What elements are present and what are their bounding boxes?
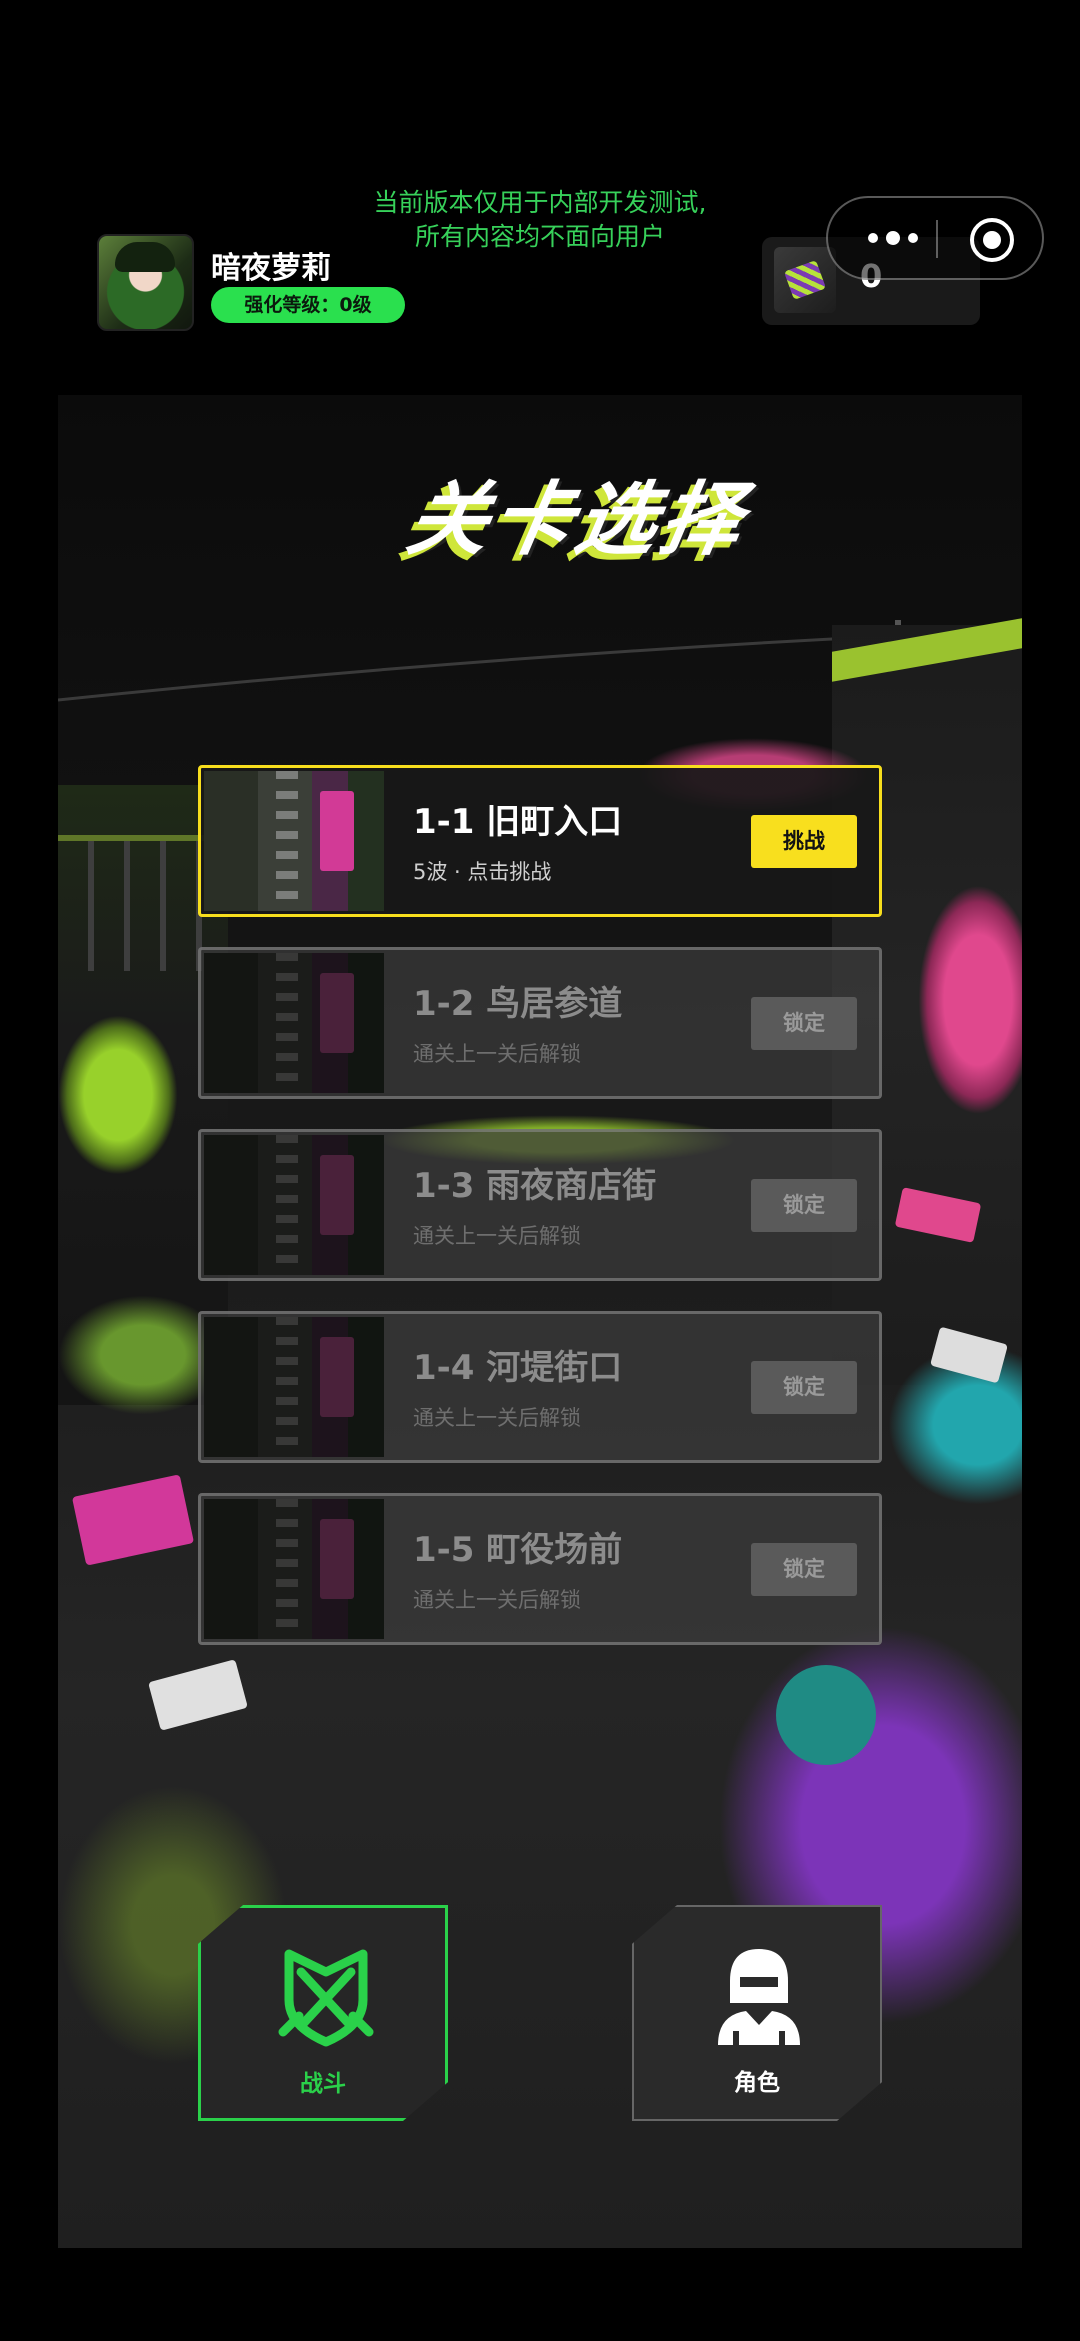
stage-card-1-3[interactable]: 1-3 雨夜商店街 通关上一关后解锁 锁定: [198, 1129, 882, 1281]
stage-name: 1-5 町役场前: [413, 1530, 623, 1570]
stage-thumbnail: [204, 771, 384, 911]
nav-battle-label: 战斗: [300, 2071, 346, 2097]
more-dots-icon[interactable]: [868, 226, 928, 250]
left-railing: [58, 835, 208, 971]
stage-name: 1-2 鸟居参道: [413, 984, 623, 1024]
stage-card-1-2[interactable]: 1-2 鸟居参道 通关上一关后解锁 锁定: [198, 947, 882, 1099]
stage-thumbnail: [204, 953, 384, 1093]
challenge-button[interactable]: 挑战: [751, 815, 857, 868]
avatar[interactable]: [97, 234, 194, 331]
locked-button[interactable]: 锁定: [751, 997, 857, 1050]
stage-thumbnail: [204, 1135, 384, 1275]
stage-thumbnail: [204, 1499, 384, 1639]
dev-notice-line2: 所有内容均不面向用户: [414, 222, 665, 251]
stage-subtitle: 通关上一关后解锁: [413, 1406, 581, 1430]
nav-battle-button[interactable]: 战斗: [198, 1905, 448, 2121]
stage-name: 1-4 河堤街口: [413, 1348, 623, 1388]
stage-subtitle: 5波 · 点击挑战: [413, 860, 552, 884]
locked-button[interactable]: 锁定: [751, 1543, 857, 1596]
locked-button[interactable]: 锁定: [751, 1361, 857, 1414]
capsule-divider: [936, 220, 938, 258]
knight-helmet-icon: [718, 1949, 800, 2045]
nav-role-button[interactable]: 角色: [632, 1905, 882, 2121]
stage-name: 1-3 雨夜商店街: [413, 1166, 657, 1206]
locked-button[interactable]: 锁定: [751, 1179, 857, 1232]
stage-card-1-1[interactable]: 1-1 旧町入口 5波 · 点击挑战 挑战: [198, 765, 882, 917]
game-screen: 关卡选择 1-1 旧町入口 5波 · 点击挑战 挑战 1-2 鸟居参道 通关上一…: [0, 0, 1080, 2341]
stage-card-1-5[interactable]: 1-5 町役场前 通关上一关后解锁 锁定: [198, 1493, 882, 1645]
sticker-pink: [71, 1474, 195, 1566]
nav-role-label: 角色: [734, 2070, 780, 2096]
stage-subtitle: 通关上一关后解锁: [413, 1588, 581, 1612]
gem-crate-icon: [774, 247, 836, 313]
stage-subtitle: 通关上一关后解锁: [413, 1042, 581, 1066]
stage-card-1-4[interactable]: 1-4 河堤街口 通关上一关后解锁 锁定: [198, 1311, 882, 1463]
mini-program-capsule: [826, 196, 1044, 280]
player-name: 暗夜萝莉: [211, 251, 331, 286]
screen-title: 关卡选择: [400, 473, 754, 566]
crossed-swords-shield-icon: [278, 1949, 374, 2047]
stage-name: 1-1 旧町入口: [413, 802, 623, 842]
dev-notice: 当前版本仅用于内部开发测试, 所有内容均不面向用户: [340, 186, 740, 254]
graffiti-green: [58, 1015, 178, 1175]
target-close-icon[interactable]: [970, 218, 1014, 262]
stage-list: 1-1 旧町入口 5波 · 点击挑战 挑战 1-2 鸟居参道 通关上一关后解锁 …: [198, 765, 882, 1675]
sticker-teal-round: [776, 1665, 876, 1765]
stage-thumbnail: [204, 1317, 384, 1457]
dev-notice-line1: 当前版本仅用于内部开发测试,: [373, 188, 707, 217]
level-badge: 强化等级：0级: [211, 287, 405, 323]
stage-subtitle: 通关上一关后解锁: [413, 1224, 581, 1248]
